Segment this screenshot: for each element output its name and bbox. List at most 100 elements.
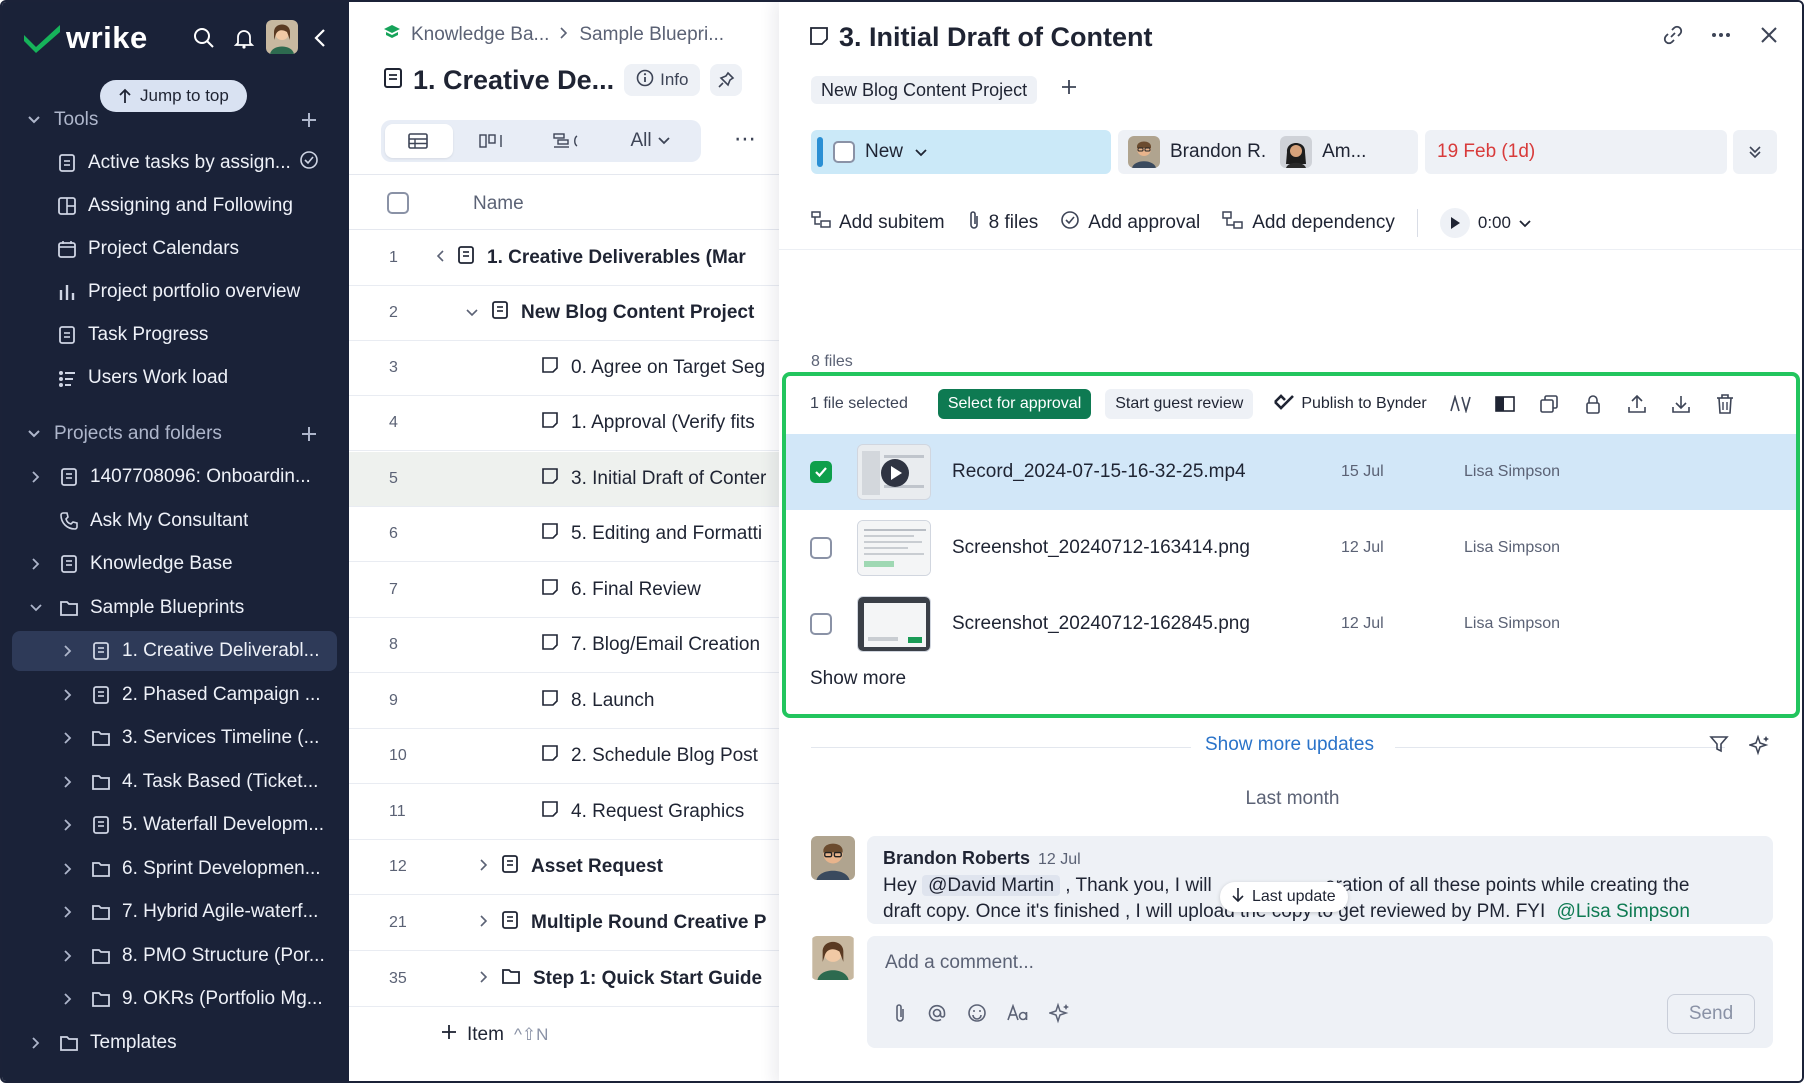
file-checkbox[interactable] — [810, 461, 832, 483]
time-tracker[interactable]: 0:00 — [1439, 208, 1531, 238]
chevron-right-icon[interactable] — [60, 687, 76, 703]
sidebar-item-creative-deliverables[interactable]: 1. Creative Deliverabl... — [12, 631, 337, 671]
table-row[interactable]: 3 0. Agree on Target Seg — [349, 341, 779, 396]
sidebar-item-pmo[interactable]: 8. PMO Structure (Por... — [2, 936, 349, 976]
lock-icon[interactable] — [1581, 392, 1605, 416]
assignees-field[interactable]: Brandon R. Am... — [1118, 130, 1418, 174]
parent-project-tag[interactable]: New Blog Content Project — [811, 76, 1038, 104]
breadcrumb-sample-blueprints[interactable]: Sample Bluepri... — [579, 24, 724, 46]
table-row[interactable]: 9 8. Launch — [349, 674, 779, 729]
bell-icon[interactable] — [228, 22, 260, 54]
chevron-left-icon[interactable] — [435, 247, 445, 269]
chevron-right-icon[interactable] — [28, 469, 44, 485]
table-row[interactable]: 2 New Blog Content Project — [349, 286, 779, 341]
sidebar-item-templates[interactable]: Templates — [2, 1023, 349, 1063]
row-title[interactable]: 2. Schedule Blog Post — [571, 745, 758, 767]
row-title[interactable]: 5. Editing and Formatti — [571, 523, 762, 545]
row-title[interactable]: 8. Launch — [571, 690, 654, 712]
add-item-button[interactable]: Item ^⇧N — [441, 1024, 548, 1046]
projects-section-header[interactable]: Projects and folders — [2, 414, 349, 454]
link-icon[interactable] — [1662, 24, 1684, 51]
filter-icon[interactable] — [1709, 734, 1729, 759]
show-more-updates-link[interactable]: Show more updates — [1205, 734, 1374, 756]
sidebar-item-hybrid[interactable]: 7. Hybrid Agile-waterf... — [2, 892, 349, 932]
table-row[interactable]: 11 4. Request Graphics — [349, 785, 779, 840]
sidebar-item-portfolio-overview[interactable]: Project portfolio overview — [2, 272, 349, 312]
sidebar-item-onboarding[interactable]: 1407708096: Onboardin... — [2, 457, 349, 497]
table-row[interactable]: 8 7. Blog/Email Creation — [349, 618, 779, 673]
row-title[interactable]: 0. Agree on Target Seg — [571, 357, 765, 379]
upload-icon[interactable] — [1625, 392, 1649, 416]
complete-checkbox[interactable] — [833, 141, 855, 163]
chevron-down-icon[interactable] — [28, 600, 44, 616]
chevron-right-icon[interactable] — [479, 968, 489, 990]
add-approval-button[interactable]: Add approval — [1060, 210, 1200, 236]
sidebar-item-sprint[interactable]: 6. Sprint Developmen... — [2, 849, 349, 889]
filter-all-dropdown[interactable]: All — [607, 124, 693, 158]
sidebar-item-users-workload[interactable]: Users Work load — [2, 358, 349, 398]
sidebar-item-task-based[interactable]: 4. Task Based (Ticket... — [2, 762, 349, 802]
file-name[interactable]: Screenshot_20240712-162845.png — [952, 613, 1250, 635]
chevron-right-icon[interactable] — [479, 912, 489, 934]
table-row[interactable]: 21 Multiple Round Creative P — [349, 896, 779, 951]
select-all-checkbox[interactable] — [387, 192, 409, 214]
chevron-right-icon[interactable] — [60, 817, 76, 833]
user-avatar[interactable] — [266, 20, 298, 54]
ai-sparkle-icon[interactable] — [1747, 734, 1771, 761]
tab-gantt-view[interactable] — [533, 124, 601, 158]
collapse-sidebar-icon[interactable] — [304, 22, 336, 54]
video-thumbnail[interactable] — [857, 444, 931, 500]
row-title[interactable]: Step 1: Quick Start Guide — [533, 968, 762, 990]
send-button[interactable]: Send — [1667, 994, 1755, 1034]
ai-sparkle-icon[interactable] — [1047, 1002, 1071, 1029]
row-title[interactable]: 7. Blog/Email Creation — [571, 634, 760, 656]
close-icon[interactable] — [1758, 24, 1780, 51]
chevron-right-icon[interactable] — [60, 904, 76, 920]
paperclip-icon[interactable] — [893, 1003, 907, 1028]
chevron-right-icon[interactable] — [479, 856, 489, 878]
select-for-approval-button[interactable]: Select for approval — [937, 389, 1092, 419]
chevron-right-icon[interactable] — [60, 861, 76, 877]
tools-section-header[interactable]: Tools — [2, 100, 349, 140]
copy-icon[interactable] — [1537, 392, 1561, 416]
file-row[interactable]: Screenshot_20240712-162845.png 12 Jul Li… — [786, 586, 1796, 662]
table-row[interactable]: 6 5. Editing and Formatti — [349, 507, 779, 562]
sidebar-item-task-progress[interactable]: Task Progress — [2, 315, 349, 355]
row-title[interactable]: Multiple Round Creative P — [531, 912, 766, 934]
search-icon[interactable] — [188, 22, 220, 54]
expand-fields-button[interactable] — [1733, 130, 1777, 174]
sidebar-item-services-timeline[interactable]: 3. Services Timeline (... — [2, 718, 349, 758]
show-more-files-link[interactable]: Show more — [810, 668, 906, 690]
split-view-icon[interactable] — [1493, 392, 1517, 416]
chevron-right-icon[interactable] — [60, 948, 76, 964]
add-dependency-button[interactable]: Add dependency — [1222, 210, 1395, 236]
add-project-icon[interactable] — [297, 422, 321, 446]
table-row[interactable]: 12 Asset Request — [349, 840, 779, 895]
more-options-icon[interactable] — [1710, 24, 1732, 51]
chevron-down-icon[interactable] — [1519, 213, 1531, 233]
table-row[interactable]: 1 1. Creative Deliverables (Mar — [349, 231, 779, 286]
publish-to-bynder-button[interactable]: Publish to Bynder — [1273, 393, 1427, 415]
file-checkbox[interactable] — [810, 537, 832, 559]
comment-input[interactable]: Add a comment... Send — [867, 936, 1773, 1048]
file-name[interactable]: Record_2024-07-15-16-32-25.mp4 — [952, 461, 1246, 483]
chevron-right-icon[interactable] — [28, 556, 44, 572]
table-row[interactable]: 35 Step 1: Quick Start Guide — [349, 952, 779, 1007]
info-button[interactable]: Info — [624, 64, 701, 96]
table-row-selected[interactable]: 5 3. Initial Draft of Conter — [349, 452, 779, 507]
row-title[interactable]: 1. Creative Deliverables (Mar — [487, 247, 746, 269]
more-options-icon[interactable]: ⋯ — [734, 126, 756, 152]
row-title[interactable]: 1. Approval (Verify fits — [571, 412, 755, 434]
start-guest-review-button[interactable]: Start guest review — [1105, 389, 1254, 419]
chevron-right-icon[interactable] — [60, 774, 76, 790]
tab-table-view[interactable] — [385, 124, 453, 158]
emoji-icon[interactable] — [967, 1003, 987, 1028]
sidebar-item-knowledge-base[interactable]: Knowledge Base — [2, 544, 349, 584]
sidebar-item-ask-consultant[interactable]: Ask My Consultant — [2, 501, 349, 541]
comment-placeholder[interactable]: Add a comment... — [885, 952, 1034, 974]
file-row[interactable]: Screenshot_20240712-163414.png 12 Jul Li… — [786, 510, 1796, 586]
chevron-down-icon[interactable] — [465, 302, 479, 324]
table-row[interactable]: 7 6. Final Review — [349, 563, 779, 618]
mention-david-martin[interactable]: @David Martin — [922, 875, 1061, 896]
file-row[interactable]: Record_2024-07-15-16-32-25.mp4 15 Jul Li… — [786, 434, 1796, 510]
